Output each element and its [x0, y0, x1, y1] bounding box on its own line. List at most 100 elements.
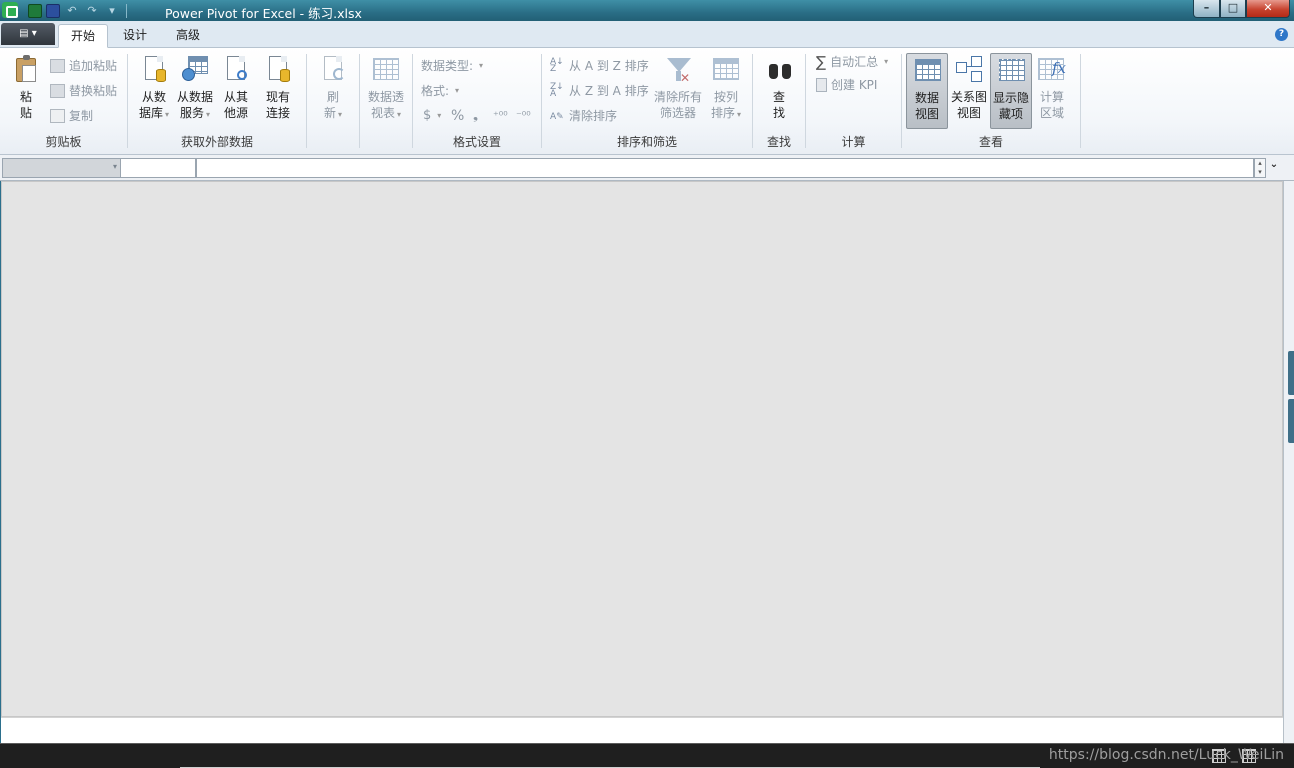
- group-calculations: ∑ 自动汇总 ▾ 创建 KPI 计算: [806, 48, 901, 153]
- group-external-data: 从数 据库 ▾ 从数据 服务 ▾ 从其 他源 现有 连接 获取外部数据: [128, 48, 306, 153]
- pivot-table-button[interactable]: 数据透 视表 ▾: [364, 54, 408, 123]
- existing-connections-label-1: 现有: [265, 90, 290, 104]
- clear-filters-label-1: 清除所有: [653, 90, 702, 104]
- increase-decimal-button[interactable]: ⁺⁰⁰: [493, 108, 508, 124]
- undo-icon[interactable]: ↶: [64, 4, 80, 17]
- right-edge-panel: [1283, 181, 1294, 743]
- group-label-clipboard: 剪贴板: [45, 135, 82, 149]
- from-database-button[interactable]: 从数 据库 ▾: [134, 54, 174, 123]
- calculation-area-button[interactable]: fx 计算 区域: [1034, 54, 1070, 121]
- group-divider: [1080, 54, 1081, 148]
- tab-advanced[interactable]: 高级: [164, 24, 212, 48]
- group-pivot: 数据透 视表 ▾: [360, 48, 412, 153]
- paste-append-button[interactable]: 追加粘贴: [50, 58, 117, 74]
- calculation-area-icon: fx: [1037, 54, 1067, 86]
- from-data-service-button[interactable]: 从数据 服务 ▾: [174, 54, 216, 123]
- group-clipboard: 粘 贴 追加粘贴 替换粘贴 复制 剪贴板: [0, 48, 127, 153]
- sort-by-column-icon: [711, 54, 741, 86]
- from-database-label-2: 据库: [138, 106, 163, 120]
- sort-z-to-a-button[interactable]: Z↓ A 从 Z 到 A 排序: [550, 83, 649, 99]
- from-data-service-label-1: 从数据: [176, 90, 213, 104]
- copy-icon: [50, 109, 65, 123]
- autosum-button[interactable]: ∑ 自动汇总 ▾: [816, 54, 888, 70]
- existing-connections-button[interactable]: 现有 连接: [260, 54, 296, 121]
- tab-design[interactable]: 设计: [111, 24, 159, 48]
- show-hidden-label-2: 藏项: [998, 107, 1023, 121]
- currency-button[interactable]: $ ▾: [423, 108, 441, 124]
- customize-toolbar-icon[interactable]: ▾: [104, 4, 120, 17]
- save-icon[interactable]: [46, 3, 60, 18]
- minimize-button[interactable]: –: [1193, 0, 1220, 18]
- powerpivot-app-icon[interactable]: [2, 2, 18, 18]
- currency-icon: $: [423, 108, 432, 123]
- title-bar: ↶ ↷ ▾ Power Pivot for Excel - 练习.xlsx – …: [0, 0, 1294, 21]
- data-type-label: 数据类型:: [421, 59, 474, 73]
- sort-descending-icon: Z↓ A: [550, 82, 564, 99]
- copy-button[interactable]: 复制: [50, 108, 93, 124]
- data-service-icon: [180, 54, 210, 86]
- sheet-tabs-bar: [1, 717, 1283, 743]
- sort-az-label: 从 A 到 Z 排序: [569, 59, 649, 73]
- panel-handle[interactable]: [1288, 351, 1294, 395]
- group-view: 数据 视图 关系图 视图 显示隐 藏项 fx 计算 区域 查看: [902, 48, 1080, 153]
- dropdown-caret-icon: ▾: [884, 57, 889, 66]
- group-label-find: 查找: [766, 135, 791, 149]
- clear-all-filters-button[interactable]: ✕ 清除所有 筛选器: [652, 54, 704, 121]
- data-type-dropdown[interactable]: 数据类型: ▾: [421, 58, 483, 74]
- expand-formula-bar-icon[interactable]: ⌄: [1268, 159, 1280, 176]
- data-view-label-2: 视图: [914, 107, 939, 121]
- maximize-button[interactable]: □: [1220, 0, 1246, 18]
- clear-filter-icon: ✕: [663, 54, 693, 86]
- percent-button[interactable]: %: [451, 108, 464, 124]
- name-box[interactable]: ▾: [2, 158, 121, 178]
- sort-by-column-button[interactable]: 按列 排序 ▾: [706, 54, 746, 123]
- file-menu-button[interactable]: ▤ ▾: [1, 23, 55, 45]
- dropdown-caret-icon: ▾: [165, 110, 170, 119]
- from-other-sources-button[interactable]: 从其 他源: [218, 54, 254, 121]
- show-hidden-icon: [996, 55, 1026, 87]
- sort-a-to-z-button[interactable]: A↓ Z 从 A 到 Z 排序: [550, 58, 649, 74]
- format-dropdown[interactable]: 格式: ▾: [421, 83, 459, 99]
- clear-sort-button[interactable]: A✎ 清除排序: [550, 108, 617, 124]
- refresh-label-2: 新: [323, 106, 336, 120]
- paste-replace-label: 替换粘贴: [69, 84, 118, 98]
- dropdown-caret-icon: ▾: [206, 110, 211, 119]
- create-kpi-button[interactable]: 创建 KPI: [816, 77, 877, 93]
- clear-sort-label: 清除排序: [569, 109, 618, 123]
- find-button[interactable]: 查 找: [763, 54, 795, 121]
- group-refresh: 刷 新 ▾: [307, 48, 359, 153]
- dropdown-caret-icon: ▾: [112, 162, 117, 171]
- show-hidden-button[interactable]: 显示隐 藏项: [990, 53, 1032, 129]
- group-label-external-data: 获取外部数据: [180, 135, 253, 149]
- clear-filters-label-2: 筛选器: [659, 106, 696, 120]
- binoculars-icon: [764, 54, 794, 86]
- formula-scroll-control[interactable]: ▴ ▾: [1254, 158, 1266, 178]
- diagram-view-button[interactable]: 关系图 视图: [948, 54, 990, 121]
- pivot-label-2: 视表: [370, 106, 395, 120]
- decrease-decimal-button[interactable]: ⁻⁰⁰: [516, 108, 531, 124]
- existing-connections-icon: [263, 54, 293, 86]
- diagram-view-icon: [954, 54, 984, 86]
- create-kpi-label: 创建 KPI: [831, 78, 878, 92]
- dropdown-caret-icon: ▾: [479, 61, 484, 70]
- tab-home[interactable]: 开始: [58, 24, 109, 48]
- data-view-workspace[interactable]: [1, 181, 1283, 717]
- excel-icon[interactable]: [28, 3, 42, 18]
- paste-replace-button[interactable]: 替换粘贴: [50, 83, 117, 99]
- from-other-label-1: 从其: [223, 90, 248, 104]
- refresh-button[interactable]: 刷 新 ▾: [315, 54, 351, 123]
- panel-handle[interactable]: [1288, 399, 1294, 443]
- close-button[interactable]: ✕: [1246, 0, 1290, 18]
- kpi-icon: [816, 78, 827, 92]
- data-view-button[interactable]: 数据 视图: [906, 53, 948, 129]
- redo-icon[interactable]: ↷: [84, 4, 100, 17]
- comma-button[interactable]: ❟: [473, 108, 478, 124]
- paste-button[interactable]: 粘 贴: [8, 54, 44, 121]
- help-icon[interactable]: ?: [1275, 28, 1288, 41]
- function-area[interactable]: [121, 158, 196, 178]
- paste-append-icon: [50, 59, 65, 73]
- sort-za-label: 从 Z 到 A 排序: [569, 84, 649, 98]
- formula-input[interactable]: [196, 158, 1254, 178]
- find-label-2: 找: [772, 106, 785, 120]
- sort-ascending-icon: A↓ Z: [550, 57, 564, 74]
